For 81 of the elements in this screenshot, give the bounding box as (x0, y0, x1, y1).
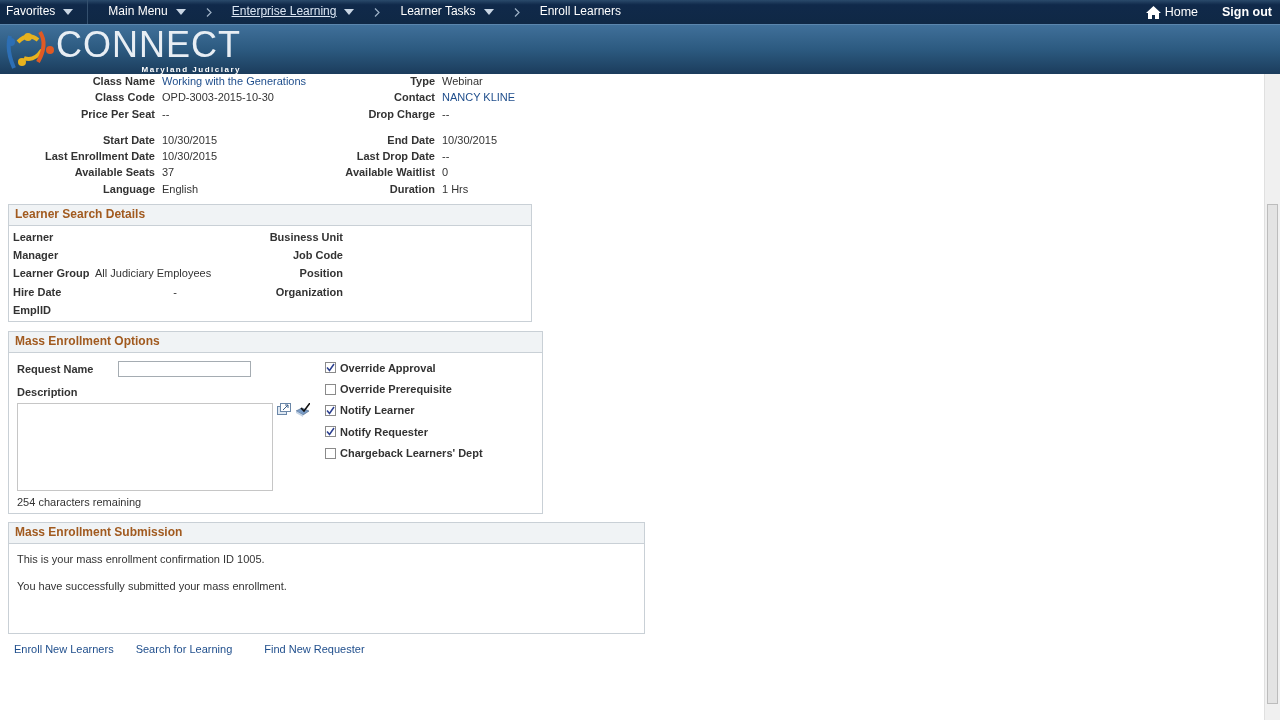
action-link[interactable]: Search for Learning (135, 642, 233, 657)
checkbox-label[interactable]: Notify Requester (340, 424, 429, 439)
field-value-link[interactable]: NANCY KLINE (442, 91, 516, 104)
section-title: Mass Enrollment Submission (9, 523, 644, 544)
chevron-icon (205, 7, 212, 17)
field-value: English (162, 182, 199, 195)
field-label: Job Code (292, 247, 343, 263)
description-field[interactable] (17, 403, 273, 492)
caret-icon (483, 9, 494, 15)
action-link[interactable]: Enroll New Learners (14, 642, 114, 657)
section-title: Learner Search Details (9, 205, 531, 226)
field-value: -- (442, 107, 450, 120)
nav-menu-item[interactable]: Learner Tasks (360, 0, 500, 24)
confirmation-message: You have successfully submitted your mass enrollment. (17, 579, 288, 594)
field-value: All Judiciary Employees (95, 267, 212, 280)
checkbox-label[interactable]: Override Approval (340, 360, 436, 376)
action-link[interactable]: Find New Requester (264, 642, 365, 657)
field-label: Price Per Seat (80, 106, 155, 121)
field-label: Available Waitlist (344, 165, 435, 180)
field-value: Webinar (442, 75, 483, 87)
field-label: Organization (275, 284, 343, 299)
checkbox[interactable] (325, 362, 336, 374)
field-label: EmplID (13, 302, 52, 318)
field-value: -- (162, 107, 170, 120)
caret-icon (63, 9, 74, 15)
spell-check-icon (295, 403, 310, 418)
field-label: Class Code (94, 90, 155, 105)
logo-text: CONNECT (56, 25, 241, 65)
vertical-scrollbar[interactable] (1264, 74, 1280, 720)
request-name-field[interactable] (118, 360, 251, 377)
field-value: 10/30/2015 (162, 133, 218, 146)
field-label: Description (17, 384, 79, 400)
checkbox[interactable] (325, 383, 336, 395)
chevron-icon (374, 7, 381, 17)
section-title: Mass Enrollment Options (9, 332, 542, 353)
field-label: End Date (386, 132, 435, 148)
checkbox[interactable] (325, 405, 336, 416)
checkbox[interactable] (325, 447, 336, 459)
home-link[interactable]: Home (1145, 3, 1198, 21)
field-label: Language (102, 181, 155, 197)
field-value: 10/30/2015 (162, 150, 218, 163)
field-value: -- (442, 150, 450, 163)
field-label: Last Drop Date (355, 149, 435, 164)
sign-out-link[interactable]: Sign out (1222, 3, 1272, 21)
field-label: Request Name (17, 361, 95, 376)
character-counter: 254 characters remaining (17, 495, 143, 510)
field-value: 10/30/2015 (442, 133, 498, 146)
field-value: - (173, 285, 177, 298)
nav-menu-item[interactable]: Favorites (0, 0, 80, 24)
caret-icon (175, 9, 186, 15)
checkbox[interactable] (325, 426, 336, 438)
field-value: 1 Hrs (442, 182, 469, 195)
caret-icon (344, 9, 355, 15)
field-label: Duration (388, 181, 435, 197)
expand-icon (277, 403, 291, 416)
field-label: Contact (393, 90, 435, 105)
nav-menu-item[interactable]: Enroll Learners (499, 0, 627, 24)
field-value: 37 (162, 166, 175, 179)
nav-menu-item[interactable]: Enterprise Learning (191, 0, 361, 24)
field-label: Last Enrollment Date (43, 149, 155, 164)
field-label: Start Date (102, 132, 155, 148)
logo-subtitle: Maryland Judiciary (141, 65, 241, 74)
field-label: Class Name (91, 74, 155, 89)
field-label: Business Unit (269, 229, 343, 244)
field-label: Learner Group (13, 266, 91, 281)
field-label: Position (299, 266, 343, 281)
field-value-link[interactable]: Working with the Generations (162, 75, 307, 87)
chevron-icon (513, 7, 520, 17)
confirmation-message: This is your mass enrollment confirmation ID 1005. (17, 551, 266, 567)
field-label: Manager (13, 247, 60, 263)
field-value: OPD-3003-2015-10-30 (162, 91, 274, 104)
field-label: Hire Date (13, 284, 63, 299)
field-label: Drop Charge (367, 106, 435, 121)
checkbox-label[interactable]: Chargeback Learners' Dept (340, 445, 483, 461)
house-icon (1145, 5, 1161, 19)
nav-menu-item[interactable]: Main Menu (102, 0, 192, 24)
checkbox-label[interactable]: Notify Learner (340, 403, 415, 418)
checkbox-label[interactable]: Override Prerequisite (340, 382, 452, 397)
field-value: 0 (442, 166, 449, 179)
field-label: Learner (13, 229, 55, 244)
field-label: Available Seats (73, 165, 155, 180)
